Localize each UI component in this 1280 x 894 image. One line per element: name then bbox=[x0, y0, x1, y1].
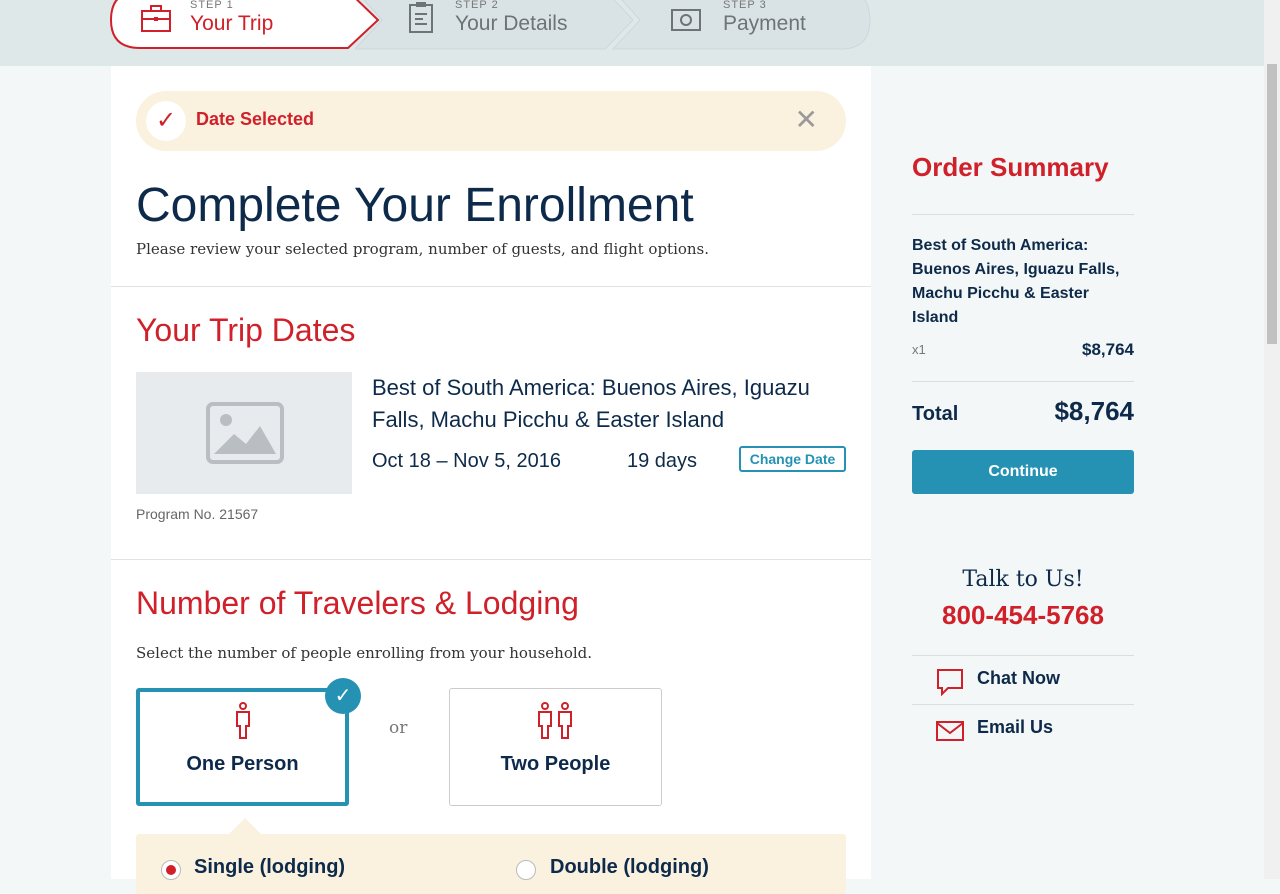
enrollment-main: ✓ Date Selected ✕ Complete Your Enrollme… bbox=[111, 66, 871, 894]
pointer-arrow bbox=[229, 818, 261, 834]
two-people-icon bbox=[538, 702, 572, 739]
check-icon: ✓ bbox=[146, 101, 186, 141]
divider bbox=[111, 286, 871, 287]
summary-item-price: $8,764 bbox=[1082, 340, 1134, 359]
step-payment[interactable]: STEP 3 Payment bbox=[668, 0, 868, 49]
close-icon[interactable]: ✕ bbox=[795, 103, 818, 136]
option-label: One Person bbox=[186, 753, 299, 775]
image-icon bbox=[206, 402, 284, 464]
selected-check-icon: ✓ bbox=[325, 678, 361, 714]
person-icon bbox=[236, 702, 250, 739]
divider bbox=[912, 381, 1134, 382]
travelers-heading: Number of Travelers & Lodging bbox=[136, 585, 579, 621]
or-text: or bbox=[389, 718, 408, 738]
scrollbar[interactable] bbox=[1264, 0, 1280, 879]
trip-dates-heading: Your Trip Dates bbox=[136, 312, 356, 348]
trip-dates: Oct 18 – Nov 5, 2016 bbox=[372, 450, 562, 472]
double-lodging-label[interactable]: Double (lodging) bbox=[550, 856, 709, 879]
phone-number[interactable]: 800-454-5768 bbox=[912, 600, 1134, 631]
chat-icon bbox=[937, 669, 963, 696]
continue-button[interactable]: Continue bbox=[912, 450, 1134, 494]
lodging-options: Single (lodging) Double (lodging) bbox=[136, 834, 846, 894]
two-people-option[interactable]: Two People bbox=[449, 688, 662, 806]
trip-duration: 19 days bbox=[627, 450, 698, 472]
divider bbox=[912, 704, 1134, 705]
step-title: Payment bbox=[723, 12, 806, 35]
program-number: Program No. 21567 bbox=[136, 506, 259, 522]
email-icon bbox=[936, 721, 964, 741]
page-title: Complete Your Enrollment bbox=[136, 179, 694, 232]
change-date-button[interactable]: Change Date bbox=[739, 446, 846, 472]
talk-to-us: Talk to Us! bbox=[962, 567, 1084, 592]
order-summary-title: Order Summary bbox=[912, 152, 1109, 182]
money-icon bbox=[671, 9, 701, 31]
single-lodging-radio[interactable] bbox=[161, 860, 181, 880]
option-label: Two People bbox=[500, 753, 611, 775]
chat-now-link[interactable]: Chat Now bbox=[977, 668, 1060, 689]
date-selected-alert: ✓ Date Selected ✕ bbox=[136, 91, 846, 151]
step-your-details[interactable]: STEP 2 Your Details bbox=[400, 0, 630, 49]
divider bbox=[111, 559, 871, 560]
divider bbox=[912, 655, 1134, 656]
clipboard-icon bbox=[409, 2, 433, 33]
step-label: STEP 2 bbox=[455, 0, 499, 11]
divider bbox=[912, 214, 1134, 215]
travelers-description: Select the number of people enrolling fr… bbox=[136, 644, 593, 662]
step-label: STEP 1 bbox=[190, 0, 234, 11]
step-label: STEP 3 bbox=[723, 0, 767, 11]
step-your-trip[interactable]: STEP 1 Your Trip bbox=[110, 0, 380, 49]
program-image-placeholder bbox=[136, 372, 352, 494]
double-lodging-radio[interactable] bbox=[516, 860, 536, 880]
progress-header: STEP 1 Your Trip STEP 2 Your Details STE… bbox=[0, 0, 1264, 66]
step-title: Your Details bbox=[455, 12, 568, 35]
alert-text: Date Selected bbox=[196, 109, 315, 129]
briefcase-icon bbox=[141, 5, 171, 32]
single-lodging-label[interactable]: Single (lodging) bbox=[194, 856, 345, 879]
page-subtitle: Please review your selected program, num… bbox=[136, 240, 710, 258]
step-title: Your Trip bbox=[190, 12, 274, 35]
email-us-link[interactable]: Email Us bbox=[977, 717, 1053, 738]
one-person-option[interactable]: One Person bbox=[136, 688, 349, 806]
program-name: Best of South America: Buenos Aires, Igu… bbox=[372, 375, 810, 432]
scrollbar-thumb[interactable] bbox=[1267, 64, 1277, 344]
total-price: $8,764 bbox=[1054, 396, 1134, 426]
summary-item-name: Best of South America: Buenos Aires, Igu… bbox=[912, 237, 1120, 326]
